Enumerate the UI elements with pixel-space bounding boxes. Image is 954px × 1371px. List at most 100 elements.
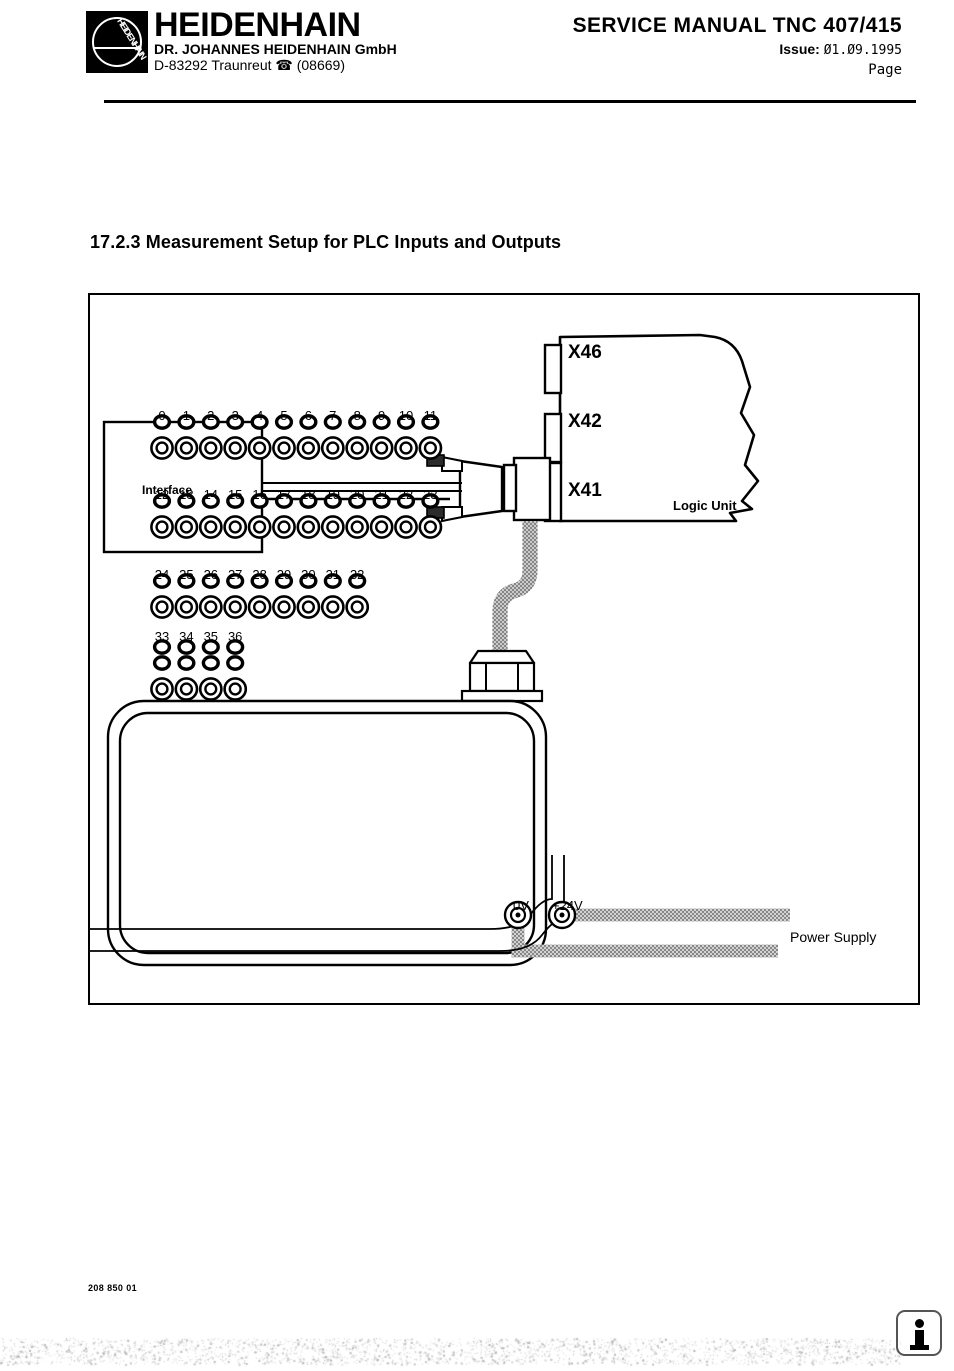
- socket-number: 33: [151, 629, 173, 644]
- socket-number: 28: [249, 567, 271, 582]
- connector-label-x46: X46: [568, 342, 602, 364]
- socket-inner-ring[interactable]: [181, 684, 192, 695]
- connector-label-x41: X41: [568, 480, 602, 502]
- socket-inner-ring[interactable]: [327, 522, 338, 533]
- socket-inner-ring[interactable]: [327, 602, 338, 613]
- socket-number: 36: [224, 629, 246, 644]
- terminal-label-24v: +24V: [552, 898, 583, 913]
- socket-inner-ring[interactable]: [230, 684, 241, 695]
- socket-number: 35: [200, 629, 222, 644]
- socket-number: 34: [175, 629, 197, 644]
- socket-number: 27: [224, 567, 246, 582]
- socket-inner-ring[interactable]: [303, 602, 314, 613]
- socket-inner-ring[interactable]: [425, 443, 436, 454]
- page-indicator: Page: [868, 62, 902, 78]
- socket-number: 9: [371, 408, 393, 423]
- socket-pin[interactable]: [228, 657, 243, 669]
- issue-label: Issue:: [779, 41, 819, 57]
- socket-inner-ring[interactable]: [376, 522, 387, 533]
- issue-line: Issue: Ø1.Ø9.1995: [779, 41, 902, 58]
- brand-company: DR. JOHANNES HEIDENHAIN GmbH: [154, 42, 397, 57]
- socket-inner-ring[interactable]: [230, 443, 241, 454]
- socket-number: 6: [297, 408, 319, 423]
- info-icon-dot: [915, 1319, 924, 1328]
- socket-number: 10: [395, 408, 417, 423]
- socket-number: 12: [151, 487, 173, 502]
- socket-number: 2: [200, 408, 222, 423]
- page-header: HEIDENHAIN HEIDENHAIN DR. JOHANNES HEIDE…: [0, 0, 954, 110]
- socket-inner-ring[interactable]: [157, 602, 168, 613]
- socket-number: 19: [322, 487, 344, 502]
- socket-inner-ring[interactable]: [303, 522, 314, 533]
- heidenhain-logo-icon: HEIDENHAIN: [86, 11, 148, 73]
- socket-inner-ring[interactable]: [279, 443, 290, 454]
- socket-number: 17: [273, 487, 295, 502]
- socket-number: 11: [419, 408, 441, 423]
- socket-inner-ring[interactable]: [352, 443, 363, 454]
- socket-inner-ring[interactable]: [425, 522, 436, 533]
- scan-noise: [0, 1334, 954, 1371]
- socket-inner-ring[interactable]: [230, 602, 241, 613]
- socket-inner-ring[interactable]: [205, 522, 216, 533]
- socket-inner-ring[interactable]: [205, 602, 216, 613]
- socket-inner-ring[interactable]: [279, 522, 290, 533]
- socket-inner-ring[interactable]: [401, 443, 412, 454]
- socket-inner-ring[interactable]: [181, 602, 192, 613]
- socket-inner-ring[interactable]: [303, 443, 314, 454]
- section-heading: 17.2.3 Measurement Setup for PLC Inputs …: [90, 232, 561, 253]
- document-code: 208 850 01: [88, 1283, 137, 1293]
- power-supply-label: Power Supply: [790, 929, 876, 945]
- socket-inner-ring[interactable]: [254, 602, 265, 613]
- socket-number: 29: [273, 567, 295, 582]
- socket-inner-ring[interactable]: [157, 684, 168, 695]
- socket-inner-ring[interactable]: [376, 443, 387, 454]
- socket-number: 7: [322, 408, 344, 423]
- brand-address: D-83292 Traunreut ☎ (08669): [154, 58, 345, 73]
- document-title: SERVICE MANUAL TNC 407/415: [573, 14, 902, 38]
- socket-inner-ring[interactable]: [181, 522, 192, 533]
- logic-unit-label: Logic Unit: [673, 498, 737, 513]
- socket-number: 31: [322, 567, 344, 582]
- diagram-vector: [90, 295, 918, 1003]
- header-divider: [104, 100, 916, 103]
- socket-pin[interactable]: [203, 657, 218, 669]
- socket-inner-ring[interactable]: [205, 443, 216, 454]
- socket-number: 0: [151, 408, 173, 423]
- socket-number: 13: [175, 487, 197, 502]
- socket-number: 14: [200, 487, 222, 502]
- socket-number: 25: [175, 567, 197, 582]
- socket-number: 8: [346, 408, 368, 423]
- socket-number: 32: [346, 567, 368, 582]
- socket-number: 22: [395, 487, 417, 502]
- socket-number: 20: [346, 487, 368, 502]
- socket-number: 3: [224, 408, 246, 423]
- socket-number: 15: [224, 487, 246, 502]
- brand-name: HEIDENHAIN: [154, 8, 361, 42]
- socket-inner-ring[interactable]: [254, 522, 265, 533]
- socket-number: 26: [200, 567, 222, 582]
- socket-inner-ring[interactable]: [327, 443, 338, 454]
- socket-inner-ring[interactable]: [352, 602, 363, 613]
- page-label: Page: [868, 62, 902, 78]
- socket-inner-ring[interactable]: [157, 522, 168, 533]
- socket-inner-ring[interactable]: [230, 522, 241, 533]
- socket-inner-ring[interactable]: [205, 684, 216, 695]
- socket-number: 23: [419, 487, 441, 502]
- socket-inner-ring[interactable]: [181, 443, 192, 454]
- socket-inner-ring[interactable]: [279, 602, 290, 613]
- socket-inner-ring[interactable]: [157, 443, 168, 454]
- socket-pin[interactable]: [179, 657, 194, 669]
- x41-to-testbox-cable: [500, 521, 530, 655]
- socket-number: 30: [297, 567, 319, 582]
- socket-number: 5: [273, 408, 295, 423]
- measurement-setup-diagram: X46 X42 X41 Logic Unit Interface Power S…: [88, 293, 920, 1005]
- socket-pin[interactable]: [155, 657, 170, 669]
- socket-inner-ring[interactable]: [254, 443, 265, 454]
- terminal-label-0v: 0V: [513, 898, 529, 913]
- issue-date: Ø1.Ø9.1995: [824, 43, 902, 58]
- socket-inner-ring[interactable]: [352, 522, 363, 533]
- socket-number: 24: [151, 567, 173, 582]
- socket-number: 4: [249, 408, 271, 423]
- heidenhain-logo-block: HEIDENHAIN HEIDENHAIN DR. JOHANNES HEIDE…: [86, 8, 466, 78]
- socket-inner-ring[interactable]: [401, 522, 412, 533]
